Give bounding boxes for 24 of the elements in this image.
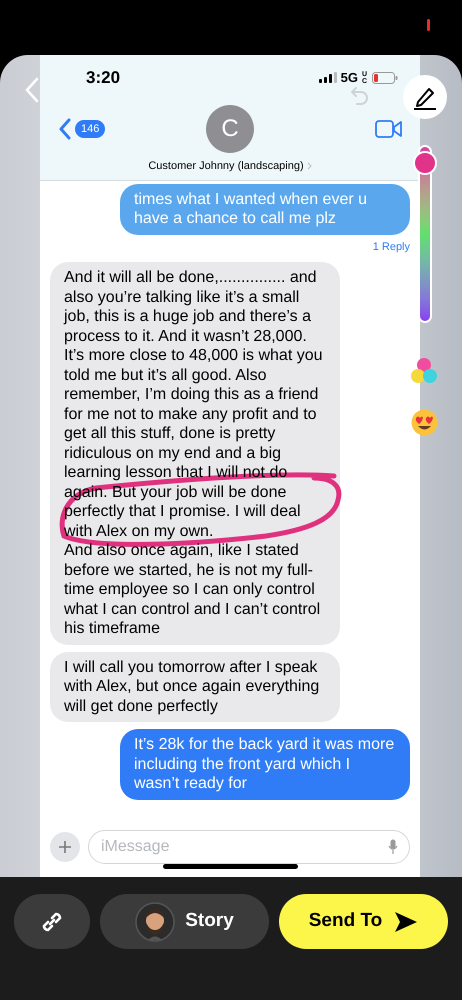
- message-input-field[interactable]: iMessage: [88, 830, 410, 864]
- avatar-icon: [135, 902, 176, 942]
- heart-eyes-emoji-icon[interactable]: [411, 409, 438, 436]
- contact-name[interactable]: Customer Johnny (landscaping): [148, 158, 304, 174]
- sent-message-bubble: It’s 28k for the back yard it was more including the front yard which I wasn’t ready for: [120, 729, 410, 800]
- network-type: 5G: [340, 68, 358, 87]
- back-chevron-icon[interactable]: [58, 118, 72, 140]
- plus-icon: [59, 841, 71, 853]
- unread-count-badge[interactable]: 146: [75, 120, 106, 138]
- recording-indicator-icon: [427, 19, 430, 31]
- color-palette-icon[interactable]: [409, 356, 439, 386]
- reply-count-link[interactable]: 1 Reply: [372, 238, 410, 255]
- send-arrow-icon: [394, 910, 418, 932]
- microphone-icon[interactable]: [388, 839, 398, 855]
- story-button[interactable]: Story: [100, 894, 269, 949]
- add-button[interactable]: [50, 832, 80, 862]
- signal-icon: [318, 72, 337, 83]
- video-call-icon[interactable]: [375, 120, 402, 138]
- send-to-button[interactable]: Send To: [279, 894, 448, 949]
- chevron-right-icon: [306, 162, 312, 170]
- sent-message-bubble: times what I wanted when ever u have a chance to call me plz: [120, 184, 410, 234]
- battery-icon: [372, 72, 398, 84]
- status-time: 3:20: [86, 66, 120, 89]
- received-message-bubble: I will call you tomorrow after I speak with Alex, but once again everything will get done perfectly: [50, 652, 340, 722]
